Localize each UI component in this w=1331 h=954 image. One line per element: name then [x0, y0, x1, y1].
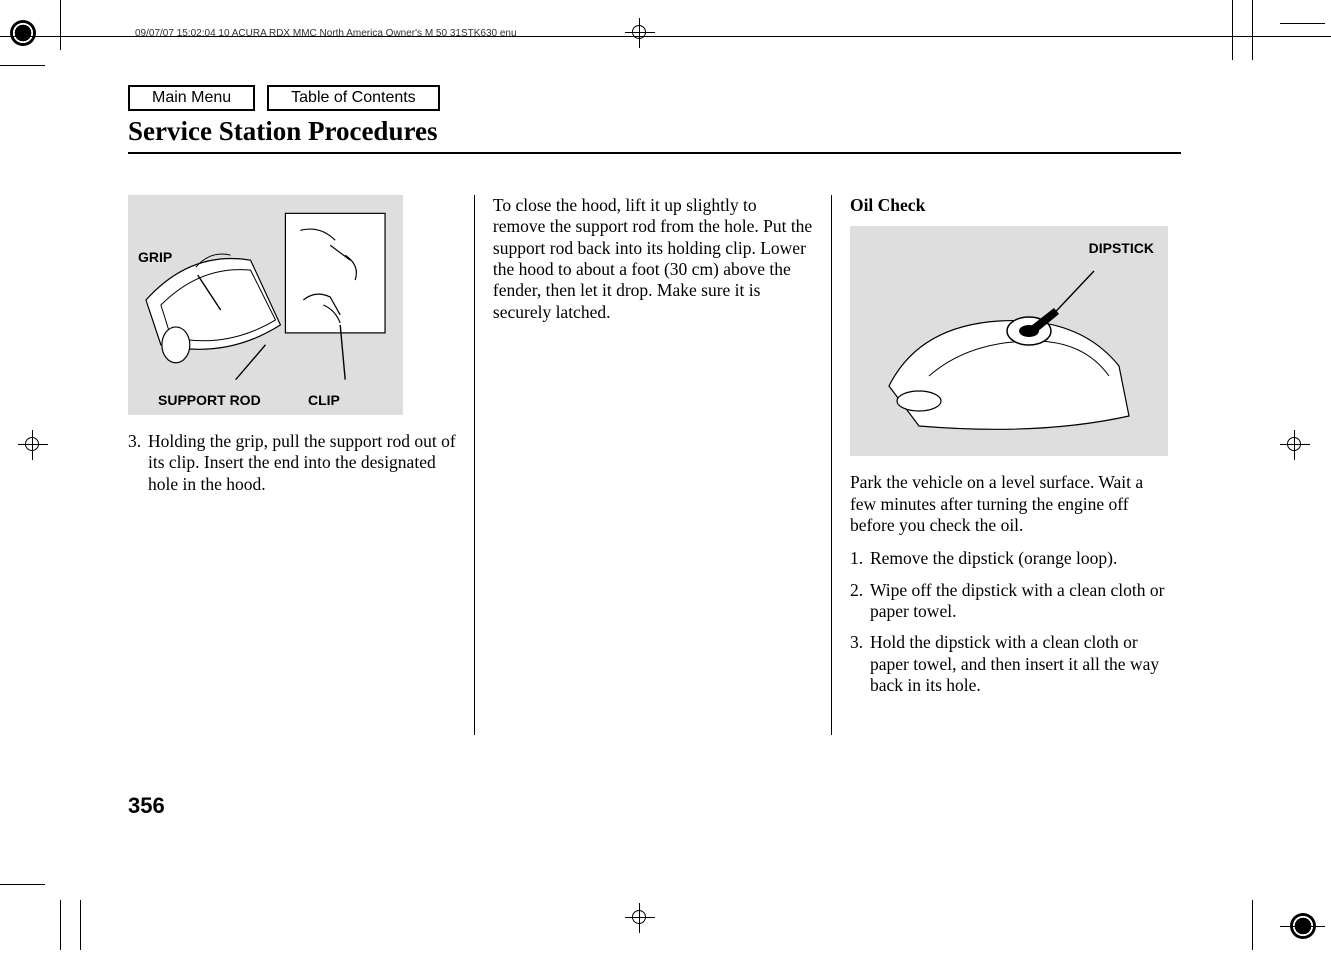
figure-label-clip: CLIP: [308, 392, 340, 409]
hood-support-figure: GRIP SUPPORT ROD CLIP: [128, 195, 403, 415]
figure-label-grip: GRIP: [138, 249, 172, 266]
header-metadata: 09/07/07 15:02:04 10 ACURA RDX MMC North…: [135, 28, 517, 39]
body-paragraph: Park the vehicle on a level surface. Wai…: [850, 472, 1170, 536]
page-title: Service Station Procedures: [128, 116, 437, 147]
content-columns: GRIP SUPPORT ROD CLIP 3. Holding the gri…: [128, 195, 1188, 735]
title-rule: [128, 152, 1181, 154]
engine-dipstick-illustration-icon: [859, 236, 1159, 446]
car-hood-illustration-icon: [136, 205, 395, 405]
column-3: Oil Check DIPSTICK Park the vehicle on a…: [842, 195, 1188, 735]
step-text: Hold the dipstick with a clean cloth or …: [870, 632, 1170, 696]
section-heading: Oil Check: [850, 195, 1170, 216]
list-item: 2. Wipe off the dipstick with a clean cl…: [850, 580, 1170, 623]
registration-mark-icon: [1290, 913, 1316, 939]
page-number: 356: [128, 793, 165, 819]
column-divider: [831, 195, 832, 735]
column-1: GRIP SUPPORT ROD CLIP 3. Holding the gri…: [128, 195, 474, 735]
crop-mark: [60, 900, 61, 950]
body-paragraph: To close the hood, lift it up slightly t…: [493, 195, 813, 323]
step-number: 3.: [128, 431, 148, 495]
crop-mark: [1252, 900, 1253, 950]
step-number: 3.: [850, 632, 870, 696]
registration-mark-icon: [10, 20, 40, 50]
column-2: To close the hood, lift it up slightly t…: [485, 195, 831, 735]
crosshair-icon: [18, 430, 48, 460]
step-text: Wipe off the dipstick with a clean cloth…: [870, 580, 1170, 623]
crosshair-icon: [625, 18, 655, 48]
list-item: 3. Hold the dipstick with a clean cloth …: [850, 632, 1170, 696]
step-text: Holding the grip, pull the support rod o…: [148, 431, 456, 495]
column-divider: [474, 195, 475, 735]
step-number: 1.: [850, 548, 870, 569]
crop-mark: [80, 900, 81, 950]
dipstick-figure: DIPSTICK: [850, 226, 1168, 456]
list-item: 1. Remove the dipstick (orange loop).: [850, 548, 1170, 569]
figure-label-dipstick: DIPSTICK: [1089, 240, 1154, 257]
crosshair-icon: [625, 903, 655, 933]
crosshair-icon: [1280, 430, 1310, 460]
list-item: 3. Holding the grip, pull the support ro…: [128, 431, 456, 495]
crop-mark: [0, 884, 45, 885]
step-text: Remove the dipstick (orange loop).: [870, 548, 1117, 569]
crop-mark: [1252, 0, 1253, 60]
figure-label-support-rod: SUPPORT ROD: [158, 392, 261, 409]
crop-mark: [60, 0, 61, 50]
main-menu-button[interactable]: Main Menu: [128, 85, 255, 111]
table-of-contents-button[interactable]: Table of Contents: [267, 85, 440, 111]
step-number: 2.: [850, 580, 870, 623]
crop-mark: [1232, 0, 1233, 60]
crop-mark: [1280, 23, 1325, 24]
crop-mark: [0, 65, 45, 66]
